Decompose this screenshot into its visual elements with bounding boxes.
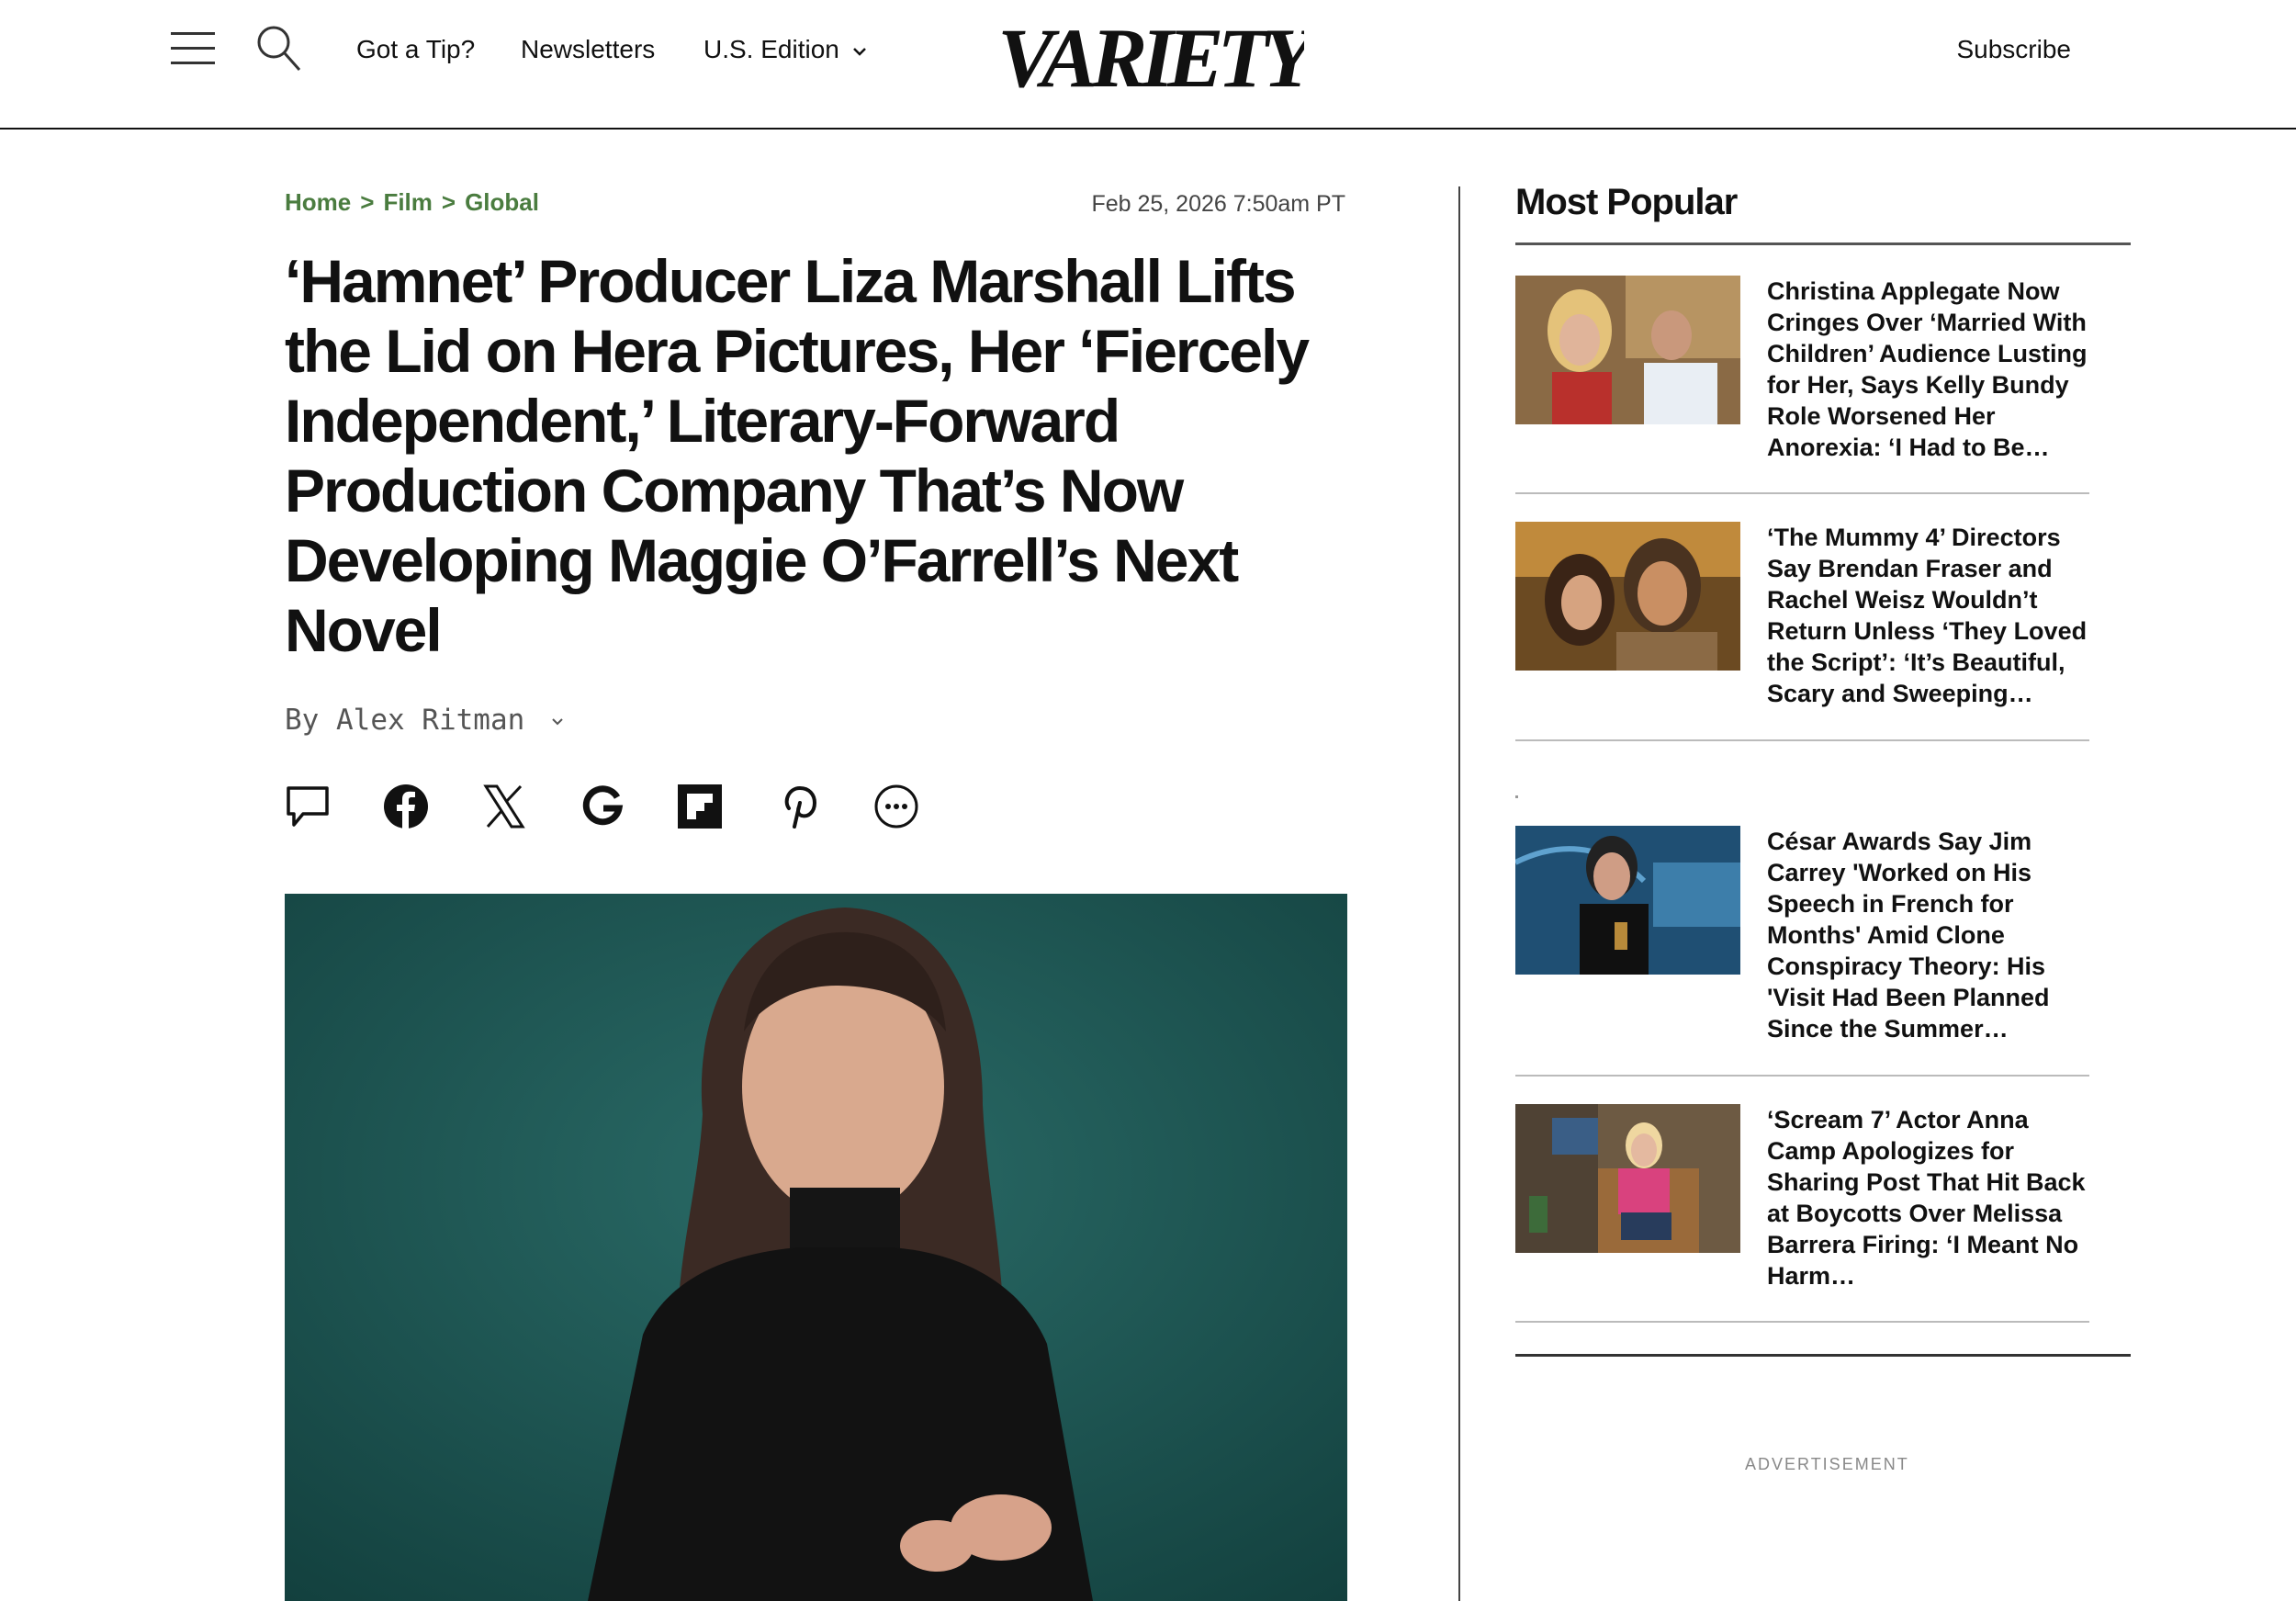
breadcrumb-separator: > — [441, 188, 456, 216]
item-separator — [1515, 492, 2089, 494]
x-icon[interactable] — [480, 783, 528, 830]
headline-line: Independent,’ Literary-Forward — [285, 387, 1120, 455]
most-popular-heading: Most Popular — [1515, 182, 1738, 222]
edition-label: U.S. Edition — [703, 35, 839, 63]
breadcrumb: Home > Film > Global — [285, 188, 539, 217]
advertisement-label: ADVERTISEMENT — [1745, 1455, 1909, 1473]
flipboard-icon[interactable] — [676, 783, 724, 830]
hero-image[interactable] — [285, 894, 1347, 1601]
chevron-down-icon — [552, 717, 563, 725]
article-headline: ‘Hamnet’ Producer Liza Marshall Lifts th… — [285, 246, 1341, 665]
subscribe-link[interactable]: Subscribe — [1956, 35, 2071, 64]
nav-got-a-tip[interactable]: Got a Tip? — [356, 35, 475, 64]
google-icon[interactable] — [579, 783, 626, 830]
item-separator — [1515, 1321, 2089, 1323]
popular-thumbnail[interactable] — [1515, 522, 1740, 671]
popular-headline[interactable]: ‘The Mummy 4’ Directors Say Brendan Fras… — [1767, 522, 2098, 709]
column-divider — [1458, 186, 1460, 1601]
headline-line: Developing Maggie O’Farrell’s Next — [285, 526, 1239, 594]
chevron-down-icon — [852, 47, 866, 56]
nav-newsletters[interactable]: Newsletters — [521, 35, 655, 64]
item-separator — [1515, 1075, 2089, 1077]
popular-headline[interactable]: ‘Scream 7’ Actor Anna Camp Apologizes fo… — [1767, 1104, 2098, 1291]
nav-edition-selector[interactable]: U.S. Edition — [703, 35, 869, 64]
most-popular-end-rule — [1515, 1354, 2131, 1357]
author-name: By Alex Ritman — [285, 704, 525, 737]
pinterest-icon[interactable] — [774, 783, 822, 830]
menu-icon[interactable] — [171, 30, 217, 67]
item-separator — [1515, 739, 2089, 741]
svg-text:VARIETY: VARIETY — [1001, 11, 1304, 99]
breadcrumb-home[interactable]: Home — [285, 188, 351, 216]
variety-logo[interactable]: VARIETY — [1001, 2, 1304, 99]
divider-dot — [1515, 795, 1518, 798]
site-header: Got a Tip? Newsletters U.S. Edition VARI… — [0, 0, 2296, 130]
popular-headline[interactable]: Christina Applegate Now Cringes Over ‘Ma… — [1767, 276, 2098, 463]
publish-date: Feb 25, 2026 7:50am PT — [1091, 191, 1345, 217]
author-byline[interactable]: By Alex Ritman — [285, 704, 566, 737]
most-popular-rule — [1515, 242, 2131, 245]
popular-thumbnail[interactable] — [1515, 1104, 1740, 1253]
headline-line: the Lid on Hera Pictures, Her ‘Fiercely — [285, 317, 1310, 385]
more-icon[interactable] — [872, 783, 920, 830]
facebook-icon[interactable] — [382, 783, 430, 830]
search-icon[interactable] — [255, 24, 303, 75]
breadcrumb-film[interactable]: Film — [383, 188, 432, 216]
popular-thumbnail[interactable] — [1515, 276, 1740, 424]
headline-line: ‘Hamnet’ Producer Liza Marshall Lifts — [285, 247, 1297, 315]
headline-line: Novel — [285, 596, 443, 664]
headline-line: Production Company That’s Now — [285, 457, 1184, 524]
breadcrumb-separator: > — [360, 188, 375, 216]
comment-icon[interactable] — [285, 783, 332, 830]
breadcrumb-global[interactable]: Global — [465, 188, 539, 216]
popular-thumbnail[interactable] — [1515, 826, 1740, 975]
popular-headline[interactable]: César Awards Say Jim Carrey 'Worked on H… — [1767, 826, 2098, 1044]
